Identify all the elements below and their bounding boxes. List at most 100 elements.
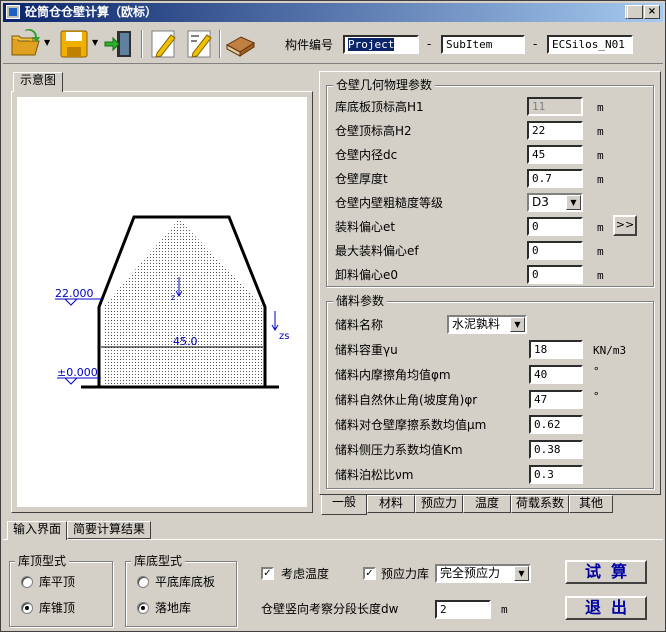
tab-input[interactable]: 输入界面 [7, 521, 67, 540]
h1-unit: m [597, 101, 604, 114]
ef-label: 最大装料偏心ef [335, 244, 419, 258]
friction-angle-input[interactable]: 40 [529, 365, 583, 384]
wall-friction-input[interactable]: 0.62 [529, 415, 583, 434]
book-icon[interactable] [223, 27, 257, 61]
e0-input[interactable]: 0 [527, 265, 583, 284]
thickness-unit: m [597, 173, 604, 186]
tab-load-factors[interactable]: 荷载系数 [511, 495, 569, 513]
open-dropdown-icon[interactable]: ▼ [44, 38, 52, 48]
maximize-button[interactable] [627, 5, 643, 19]
thickness-label: 仓壁厚度t [335, 172, 388, 186]
h1-label: 库底板顶标高H1 [335, 100, 424, 114]
roof-flat-radio[interactable] [21, 576, 33, 588]
base-type-title: 库底型式 [131, 554, 186, 568]
toolbar-separator [219, 30, 221, 58]
exit-button[interactable]: 退出 [565, 596, 647, 620]
et-input[interactable]: 0 [527, 217, 583, 236]
segment-length-label: 仓壁竖向考察分段长度dw [261, 602, 399, 616]
et-unit: m [597, 221, 604, 234]
repose-angle-input[interactable]: 47 [529, 390, 583, 409]
material-select[interactable]: 水泥孰料 ▼ [447, 315, 527, 334]
calculate-button[interactable]: 试算 [565, 560, 647, 584]
ef-unit: m [597, 245, 604, 258]
subitem-input[interactable]: SubItem [441, 35, 525, 54]
tab-other[interactable]: 其他 [569, 495, 613, 513]
silo-diagram: 22.000 45.0 ±0.000 zs z [17, 97, 307, 507]
tab-temperature[interactable]: 温度 [463, 495, 511, 513]
poisson-input[interactable]: 0.3 [529, 465, 583, 484]
roof-type-title: 库顶型式 [15, 554, 70, 568]
material-name-label: 储料名称 [335, 318, 384, 332]
thickness-input[interactable]: 0.7 [527, 169, 583, 188]
segment-length-unit: m [501, 603, 508, 616]
main-window: 砼筒仓仓壁计算（欧标） _ × ▼ ▼ [0, 0, 666, 632]
geometry-group-title: 仓壁几何物理参数 [333, 78, 436, 92]
tab-prestress[interactable]: 预应力 [415, 495, 463, 513]
wall-friction-label: 储料对仓壁摩擦系数均值μm [335, 418, 487, 432]
window-title: 砼筒仓仓壁计算（欧标） [25, 5, 158, 19]
project-input[interactable]: Project [343, 35, 419, 54]
lateral-ratio-label: 储料侧压力系数均值Km [335, 443, 463, 457]
z-label: z [171, 293, 175, 302]
tab-results[interactable]: 简要计算结果 [67, 521, 151, 539]
save-dropdown-icon[interactable]: ▼ [92, 38, 100, 48]
dash-separator: - [533, 37, 538, 51]
roof-cone-radio[interactable] [21, 602, 33, 614]
base-level-label: ±0.000 [57, 366, 98, 379]
roof-flat-label: 库平顶 [39, 575, 76, 589]
tab-general[interactable]: 一般 [321, 495, 367, 515]
toolbar: ▼ ▼ 构件编号 Project - SubItem - ECSilos_N01 [3, 24, 663, 64]
open-folder-icon[interactable] [9, 27, 43, 61]
prestress-checkbox[interactable]: ✓ [363, 567, 376, 580]
base-ground-label: 落地库 [155, 601, 192, 615]
material-value: 水泥孰料 [452, 317, 501, 331]
temperature-checkbox[interactable]: ✓ [261, 567, 274, 580]
exit-door-icon[interactable] [103, 27, 137, 61]
edit-note-2-icon[interactable] [183, 27, 217, 61]
tab-material[interactable]: 材料 [367, 495, 415, 513]
friction-angle-unit: ° [593, 365, 600, 378]
et-label: 装料偏心et [335, 220, 396, 234]
storage-group-title: 储料参数 [333, 294, 388, 308]
base-slab-radio[interactable] [137, 576, 149, 588]
roof-cone-label: 库锥顶 [39, 601, 76, 615]
unit-weight-input[interactable]: 18 [529, 340, 583, 359]
diameter-label: 45.0 [173, 335, 198, 348]
chevron-down-icon[interactable]: ▼ [566, 195, 581, 210]
roof-type-group [9, 561, 113, 627]
base-slab-label: 平底库底板 [155, 575, 216, 589]
silo-id-input[interactable]: ECSilos_N01 [547, 35, 633, 54]
e0-label: 卸料偏心e0 [335, 268, 399, 282]
save-disk-icon[interactable] [57, 27, 91, 61]
tab-diagram[interactable]: 示意图 [13, 72, 63, 92]
chevron-down-icon[interactable]: ▼ [514, 566, 529, 581]
roughness-value: D3 [532, 195, 549, 209]
close-button[interactable]: × [644, 5, 660, 19]
dc-input[interactable]: 45 [527, 145, 583, 164]
app-icon [6, 5, 20, 19]
h2-input[interactable]: 22 [527, 121, 583, 140]
prestress-type-select[interactable]: 完全预应力 ▼ [435, 564, 531, 583]
prestress-label: 预应力库 [381, 567, 430, 581]
dc-label: 仓壁内径dc [335, 148, 398, 162]
more-button[interactable]: >> [613, 215, 637, 236]
base-ground-radio[interactable] [137, 602, 149, 614]
chevron-down-icon[interactable]: ▼ [510, 317, 525, 332]
prestress-type-value: 完全预应力 [440, 566, 501, 580]
edit-note-icon[interactable] [147, 27, 181, 61]
repose-angle-unit: ° [593, 390, 600, 403]
roughness-select[interactable]: D3 ▼ [527, 193, 583, 212]
ef-input[interactable]: 0 [527, 241, 583, 260]
h1-input: 11 [527, 97, 583, 116]
h2-label: 仓壁顶标高H2 [335, 124, 412, 138]
repose-angle-label: 储料自然休止角(坡度角)φr [335, 393, 478, 407]
dc-unit: m [597, 149, 604, 162]
title-bar[interactable]: 砼筒仓仓壁计算（欧标） _ × [3, 3, 663, 22]
toolbar-separator [141, 30, 143, 58]
component-id-label: 构件编号 [285, 38, 334, 52]
temperature-label: 考虑温度 [281, 567, 330, 581]
e0-unit: m [597, 269, 604, 282]
segment-length-input[interactable]: 2 [435, 600, 491, 619]
friction-angle-label: 储料内摩擦角均值φm [335, 368, 451, 382]
lateral-ratio-input[interactable]: 0.38 [529, 440, 583, 459]
